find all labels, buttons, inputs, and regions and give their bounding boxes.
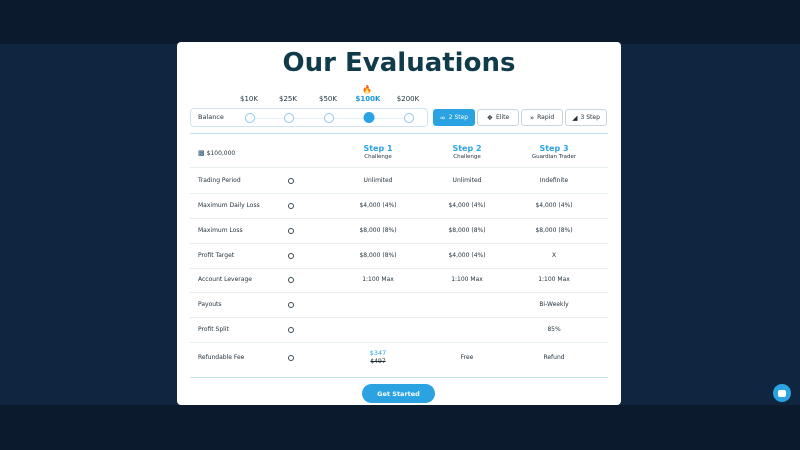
- table-cell: $8,000 (8%): [535, 227, 573, 234]
- chart-icon: ◢: [572, 113, 578, 122]
- row-label-trading-period: Trading Period: [198, 177, 241, 184]
- table-cell: 1:100 Max: [538, 276, 570, 283]
- row-divider: [190, 268, 608, 269]
- slider-dot-100k[interactable]: [363, 112, 375, 123]
- chart-icon: ▩: [198, 149, 205, 157]
- plan-3-step-button[interactable]: ◢ 3 Step: [565, 109, 607, 126]
- table-bottom-border: [190, 377, 608, 378]
- info-icon[interactable]: [288, 302, 294, 308]
- row-divider: [190, 218, 608, 219]
- info-icon[interactable]: [288, 355, 294, 361]
- balance-label: Balance: [198, 113, 224, 121]
- table-cell: Refund: [543, 354, 565, 361]
- page-title: Our Evaluations: [282, 48, 516, 78]
- step-3-subtitle: Guardian Trader: [531, 154, 577, 160]
- table-cell: X: [551, 252, 557, 259]
- table-cell: $4,000 (4%): [359, 202, 397, 209]
- plan-elite-button[interactable]: ❖ Elite: [477, 109, 519, 126]
- table-cell: $8,000 (8%): [359, 227, 397, 234]
- plan-label: 3 Step: [580, 114, 600, 121]
- table-cell: 1:100 Max: [362, 276, 394, 283]
- wings-icon: ❖: [486, 113, 494, 122]
- step-2-subtitle: Challenge: [453, 154, 481, 160]
- chat-icon: [778, 389, 786, 397]
- plan-rapid-button[interactable]: » Rapid: [521, 109, 563, 126]
- balance-option-50k[interactable]: $50K: [319, 95, 337, 103]
- table-cell: Bi-Weekly: [539, 301, 569, 308]
- table-cell: $8,000 (8%): [359, 252, 397, 259]
- row-label-max-daily-loss: Maximum Daily Loss: [198, 202, 260, 209]
- row-label-payouts: Payouts: [198, 301, 222, 308]
- info-icon[interactable]: [288, 277, 294, 283]
- info-icon[interactable]: [288, 203, 294, 209]
- plan-2-step-button[interactable]: ∞ 2 Step: [433, 109, 475, 126]
- row-divider: [190, 292, 608, 293]
- plan-label: Rapid: [537, 114, 555, 121]
- step-1-subtitle: Challenge: [364, 154, 392, 160]
- table-cell: $4,000 (4%): [448, 252, 486, 259]
- letterbox-bottom: [0, 405, 800, 450]
- table-cell: Unlimited: [452, 177, 482, 184]
- fast-forward-icon: »: [529, 113, 535, 122]
- balance-option-200k[interactable]: $200K: [397, 95, 419, 103]
- chat-widget-button[interactable]: [773, 384, 791, 402]
- row-label-max-loss: Maximum Loss: [198, 227, 243, 234]
- row-divider: [190, 342, 608, 343]
- table-cell: $4,000 (4%): [448, 202, 486, 209]
- account-size-label: $100,000: [206, 149, 236, 157]
- table-cell: Free: [460, 354, 474, 361]
- info-icon[interactable]: [288, 178, 294, 184]
- step-3-title: Step 3: [539, 144, 569, 153]
- link-icon: ∞: [439, 113, 446, 122]
- step-1-title: Step 1: [363, 144, 393, 153]
- row-divider: [190, 167, 608, 168]
- evaluations-card: Our Evaluations 🔥 $10K $25K $50K $100K $…: [177, 42, 621, 405]
- table-cell: Indefinite: [539, 177, 569, 184]
- row-label-profit-target: Profit Target: [198, 252, 235, 259]
- info-icon[interactable]: [288, 253, 294, 259]
- row-divider: [190, 317, 608, 318]
- info-icon[interactable]: [288, 327, 294, 333]
- table-cell: $4,000 (4%): [535, 202, 573, 209]
- account-size: ▩ $100,000: [198, 149, 235, 157]
- fire-icon: 🔥: [362, 85, 372, 94]
- table-cell: 85%: [547, 326, 561, 333]
- letterbox-top: [0, 0, 800, 44]
- balance-option-100k[interactable]: $100K: [356, 95, 381, 103]
- info-icon[interactable]: [288, 228, 294, 234]
- plan-label: Elite: [496, 114, 510, 121]
- row-label-refundable-fee: Refundable Fee: [198, 354, 245, 361]
- row-label-profit-split: Profit Split: [198, 326, 229, 333]
- table-cell: Unlimited: [363, 177, 393, 184]
- slider-dot-50k[interactable]: [324, 113, 334, 123]
- slider-dot-25k[interactable]: [284, 113, 294, 123]
- fee-price-old: $497: [370, 358, 386, 365]
- balance-slider[interactable]: Balance: [190, 108, 428, 127]
- balance-option-10k[interactable]: $10K: [240, 95, 258, 103]
- step-2-title: Step 2: [452, 144, 482, 153]
- balance-option-25k[interactable]: $25K: [279, 95, 297, 103]
- fee-price-new: $347: [369, 349, 387, 357]
- table-cell: $8,000 (8%): [448, 227, 486, 234]
- slider-dot-200k[interactable]: [404, 113, 414, 123]
- slider-dot-10k[interactable]: [245, 113, 255, 123]
- row-divider: [190, 193, 608, 194]
- get-started-button[interactable]: Get Started: [362, 384, 435, 403]
- row-divider: [190, 243, 608, 244]
- table-top-border: [190, 133, 608, 134]
- row-label-account-leverage: Account Leverage: [198, 276, 252, 283]
- table-cell: 1:100 Max: [451, 276, 483, 283]
- plan-label: 2 Step: [448, 114, 469, 121]
